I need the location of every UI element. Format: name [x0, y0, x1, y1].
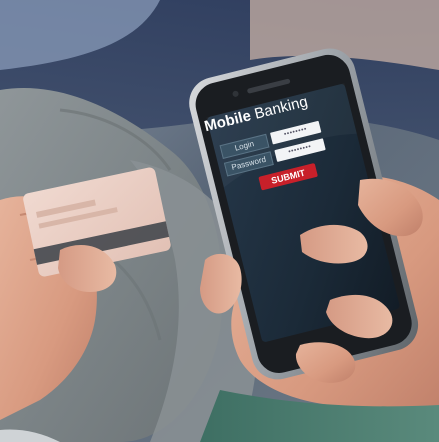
- photo-scene: Mobile Banking Login •••••••• Password •…: [0, 0, 439, 442]
- photo-illustration: [0, 0, 439, 442]
